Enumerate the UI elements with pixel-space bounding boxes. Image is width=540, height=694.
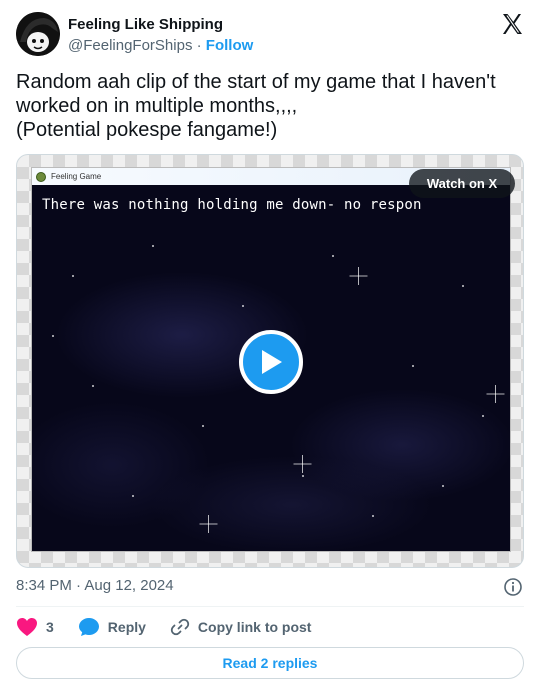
game-dialog-text: There was nothing holding me down- no re…	[42, 197, 422, 213]
post-timestamp[interactable]: 8:34 PM · Aug 12, 2024	[16, 577, 174, 594]
author-handle-line: @FeelingForShips · Follow	[68, 36, 253, 56]
heart-icon	[17, 618, 37, 636]
watch-on-x-button[interactable]: Watch on X	[409, 169, 515, 198]
info-icon[interactable]	[503, 577, 523, 597]
star	[242, 305, 244, 307]
copy-link-action[interactable]: Copy link to post	[170, 617, 312, 637]
star	[202, 425, 204, 427]
reply-bubble-icon	[78, 618, 99, 636]
sparkle	[350, 267, 368, 285]
star	[132, 495, 134, 497]
star	[442, 485, 444, 487]
star	[152, 245, 154, 247]
read-replies-button[interactable]: Read 2 replies	[16, 647, 524, 679]
video-player[interactable]: Feeling Game There was nothing holding m…	[16, 154, 524, 568]
star	[72, 275, 74, 277]
copy-link-label: Copy link to post	[197, 619, 312, 635]
handle-separator: ·	[196, 37, 202, 54]
reply-action[interactable]: Reply	[78, 617, 146, 637]
play-icon	[262, 350, 282, 374]
star	[372, 515, 374, 517]
author-block: Feeling Like Shipping @FeelingForShips ·…	[68, 15, 253, 56]
star	[52, 335, 54, 337]
action-bar: 3 Reply Copy link to post	[16, 615, 335, 639]
game-window-icon	[36, 171, 46, 182]
author-handle[interactable]: @FeelingForShips	[68, 37, 192, 54]
like-count: 3	[46, 619, 54, 635]
sparkle	[294, 455, 312, 473]
author-display-name[interactable]: Feeling Like Shipping	[68, 15, 253, 34]
star	[302, 475, 304, 477]
star	[482, 415, 484, 417]
star	[462, 285, 464, 287]
x-logo-icon[interactable]	[500, 12, 524, 36]
reply-label: Reply	[107, 619, 146, 635]
avatar[interactable]	[16, 12, 60, 56]
follow-button[interactable]: Follow	[206, 37, 254, 54]
like-action[interactable]: 3	[16, 617, 54, 637]
star	[332, 255, 334, 257]
play-button[interactable]	[239, 330, 303, 394]
game-window-title: Feeling Game	[51, 172, 102, 181]
star	[92, 385, 94, 387]
tweet-text: Random aah clip of the start of my game …	[16, 71, 496, 141]
sparkle	[487, 385, 505, 403]
sparkle	[200, 515, 218, 533]
divider	[16, 606, 524, 607]
link-icon	[170, 618, 190, 636]
star	[412, 365, 414, 367]
